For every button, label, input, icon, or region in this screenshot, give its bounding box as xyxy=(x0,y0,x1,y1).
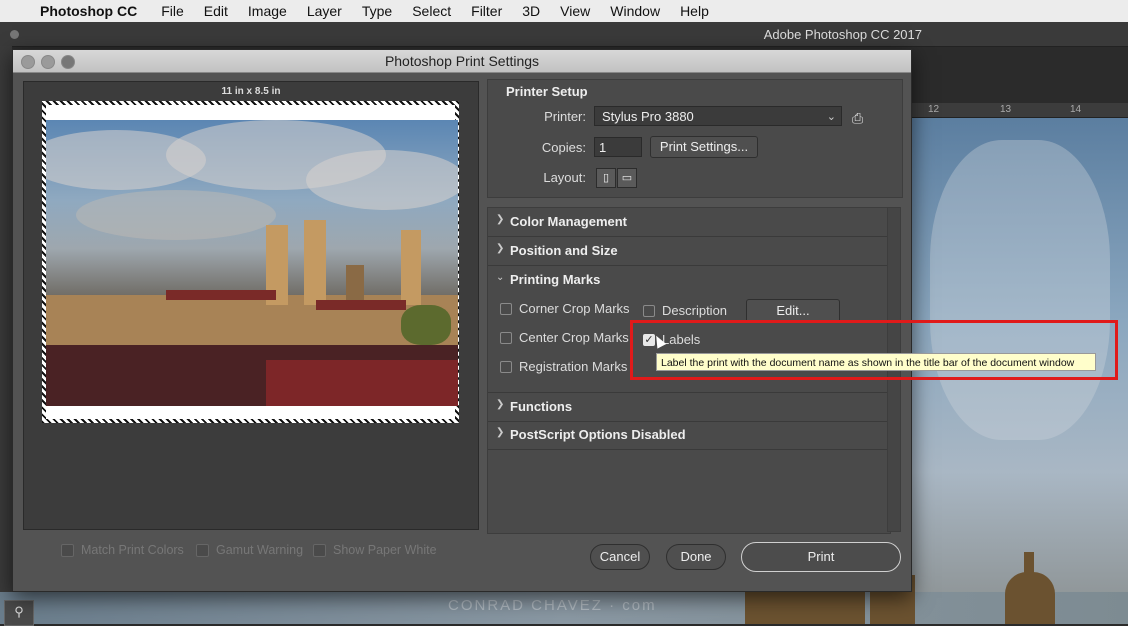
watermark: CONRAD CHAVEZ · com xyxy=(448,597,657,614)
description-checkbox[interactable]: Description xyxy=(643,303,727,318)
dome-spire xyxy=(1024,552,1034,576)
checkbox-box xyxy=(500,302,512,315)
zoom-tool-icon[interactable]: ⚲ xyxy=(4,600,34,626)
section-printing-marks[interactable]: ⌄ Printing Marks xyxy=(488,266,890,294)
checkbox-label: Description xyxy=(662,303,728,318)
ruler-tick: 12 xyxy=(928,104,940,115)
section-color-management[interactable]: ❯ Color Management xyxy=(488,208,890,237)
minimize-window-icon[interactable] xyxy=(41,55,55,69)
app-title-bar: Adobe Photoshop CC 2017 xyxy=(0,22,1128,47)
section-title: Color Management xyxy=(510,214,628,229)
checkbox-label: Center Crop Marks xyxy=(519,330,629,345)
close-window-icon[interactable] xyxy=(21,55,35,69)
annotation-highlight-box xyxy=(630,320,1118,380)
photo-preview[interactable] xyxy=(46,120,458,406)
copies-input[interactable]: 1 xyxy=(594,137,642,157)
section-title: PostScript Options Disabled xyxy=(510,427,686,442)
landscape-layout-icon[interactable]: ▭ xyxy=(617,168,637,188)
cancel-button[interactable]: Cancel xyxy=(590,544,650,570)
chevron-right-icon: ❯ xyxy=(496,243,505,254)
chevron-right-icon: ❯ xyxy=(496,427,505,438)
checkbox-box xyxy=(500,360,512,373)
menu-window[interactable]: Window xyxy=(600,3,670,19)
menu-app-name[interactable]: Photoshop CC xyxy=(34,3,151,19)
checkbox-label: Gamut Warning xyxy=(216,543,304,557)
section-position-and-size[interactable]: ❯ Position and Size xyxy=(488,237,890,266)
registration-marks-checkbox[interactable]: Registration Marks xyxy=(500,359,627,374)
checkbox-box xyxy=(61,543,74,557)
section-title: Functions xyxy=(510,399,573,414)
checkbox-label: Registration Marks xyxy=(519,359,628,374)
dome-tower xyxy=(1005,572,1055,624)
menu-select[interactable]: Select xyxy=(402,3,461,19)
chevron-right-icon: ❯ xyxy=(496,214,505,225)
menu-image[interactable]: Image xyxy=(238,3,297,19)
checkbox-box xyxy=(313,543,326,557)
print-button[interactable]: Print xyxy=(741,542,901,572)
tools-panel xyxy=(0,46,12,592)
paper-inner xyxy=(46,105,458,419)
checkbox-label: Show Paper White xyxy=(333,543,437,557)
zoom-window-icon[interactable] xyxy=(61,55,75,69)
printer-label: Printer: xyxy=(544,109,586,124)
copies-label: Copies: xyxy=(541,140,586,155)
checkbox-box xyxy=(643,304,655,317)
section-title: Position and Size xyxy=(510,243,618,258)
cloud xyxy=(306,150,458,210)
dialog-title: Photoshop Print Settings xyxy=(13,50,911,73)
checkbox-box xyxy=(196,543,209,557)
center-crop-marks-checkbox[interactable]: Center Crop Marks xyxy=(500,330,629,345)
show-paper-white-checkbox[interactable]: Show Paper White xyxy=(313,543,437,557)
gamut-warning-checkbox[interactable]: Gamut Warning xyxy=(196,543,303,557)
menu-edit[interactable]: Edit xyxy=(194,3,238,19)
ruler-tick: 14 xyxy=(1070,104,1082,115)
menu-view[interactable]: View xyxy=(550,3,600,19)
cathedral-spire xyxy=(401,230,421,305)
tree xyxy=(401,305,451,345)
cloud xyxy=(76,190,276,240)
window-close-icon[interactable] xyxy=(10,30,19,39)
app-title: Adobe Photoshop CC 2017 xyxy=(763,27,922,42)
checkbox-label: Match Print Colors xyxy=(81,543,184,557)
paper-size-label: 11 in x 8.5 in xyxy=(221,86,281,97)
red-roof xyxy=(166,290,276,300)
menu-file[interactable]: File xyxy=(151,3,194,19)
menu-layer[interactable]: Layer xyxy=(297,3,352,19)
red-roof xyxy=(316,300,406,310)
chevron-down-icon: ⌄ xyxy=(496,272,505,283)
printer-select[interactable]: Stylus Pro 3880 ⌄ xyxy=(594,106,842,126)
section-postscript-options[interactable]: ❯ PostScript Options Disabled xyxy=(488,421,890,450)
corner-crop-marks-checkbox[interactable]: Corner Crop Marks xyxy=(500,301,630,316)
ruler-tick: 13 xyxy=(1000,104,1012,115)
portrait-layout-icon[interactable]: ▯ xyxy=(596,168,616,188)
printer-setup-panel: Printer Setup Printer: Stylus Pro 3880 ⌄… xyxy=(487,79,903,198)
section-title: Printing Marks xyxy=(510,272,601,287)
checkbox-box xyxy=(500,331,512,344)
print-preview: 11 in x 8.5 in xyxy=(23,81,479,530)
paper-preview[interactable] xyxy=(42,101,459,423)
menu-type[interactable]: Type xyxy=(352,3,402,19)
cathedral-spire xyxy=(304,220,326,305)
layout-label: Layout: xyxy=(543,170,586,185)
match-print-colors-checkbox[interactable]: Match Print Colors xyxy=(61,543,184,557)
canvas-cloud xyxy=(930,140,1110,440)
checkbox-label: Corner Crop Marks xyxy=(519,301,630,316)
done-button[interactable]: Done xyxy=(666,544,726,570)
section-functions[interactable]: ❯ Functions xyxy=(488,392,890,422)
printer-setup-title: Printer Setup xyxy=(506,84,588,99)
chevron-down-icon: ⌄ xyxy=(826,111,836,123)
horizontal-ruler: 12 13 14 xyxy=(910,103,1128,118)
chevron-right-icon: ❯ xyxy=(496,399,505,410)
foreground-roof xyxy=(266,360,458,406)
print-settings-button[interactable]: Print Settings... xyxy=(650,136,758,158)
add-printer-icon[interactable]: ⎙ xyxy=(852,110,863,127)
menu-filter[interactable]: Filter xyxy=(461,3,512,19)
printer-value: Stylus Pro 3880 xyxy=(602,109,694,124)
cathedral-silhouette xyxy=(745,592,865,624)
menu-bar: Photoshop CC File Edit Image Layer Type … xyxy=(0,0,1128,22)
tower xyxy=(346,265,364,305)
menu-help[interactable]: Help xyxy=(670,3,719,19)
menu-3d[interactable]: 3D xyxy=(512,3,550,19)
